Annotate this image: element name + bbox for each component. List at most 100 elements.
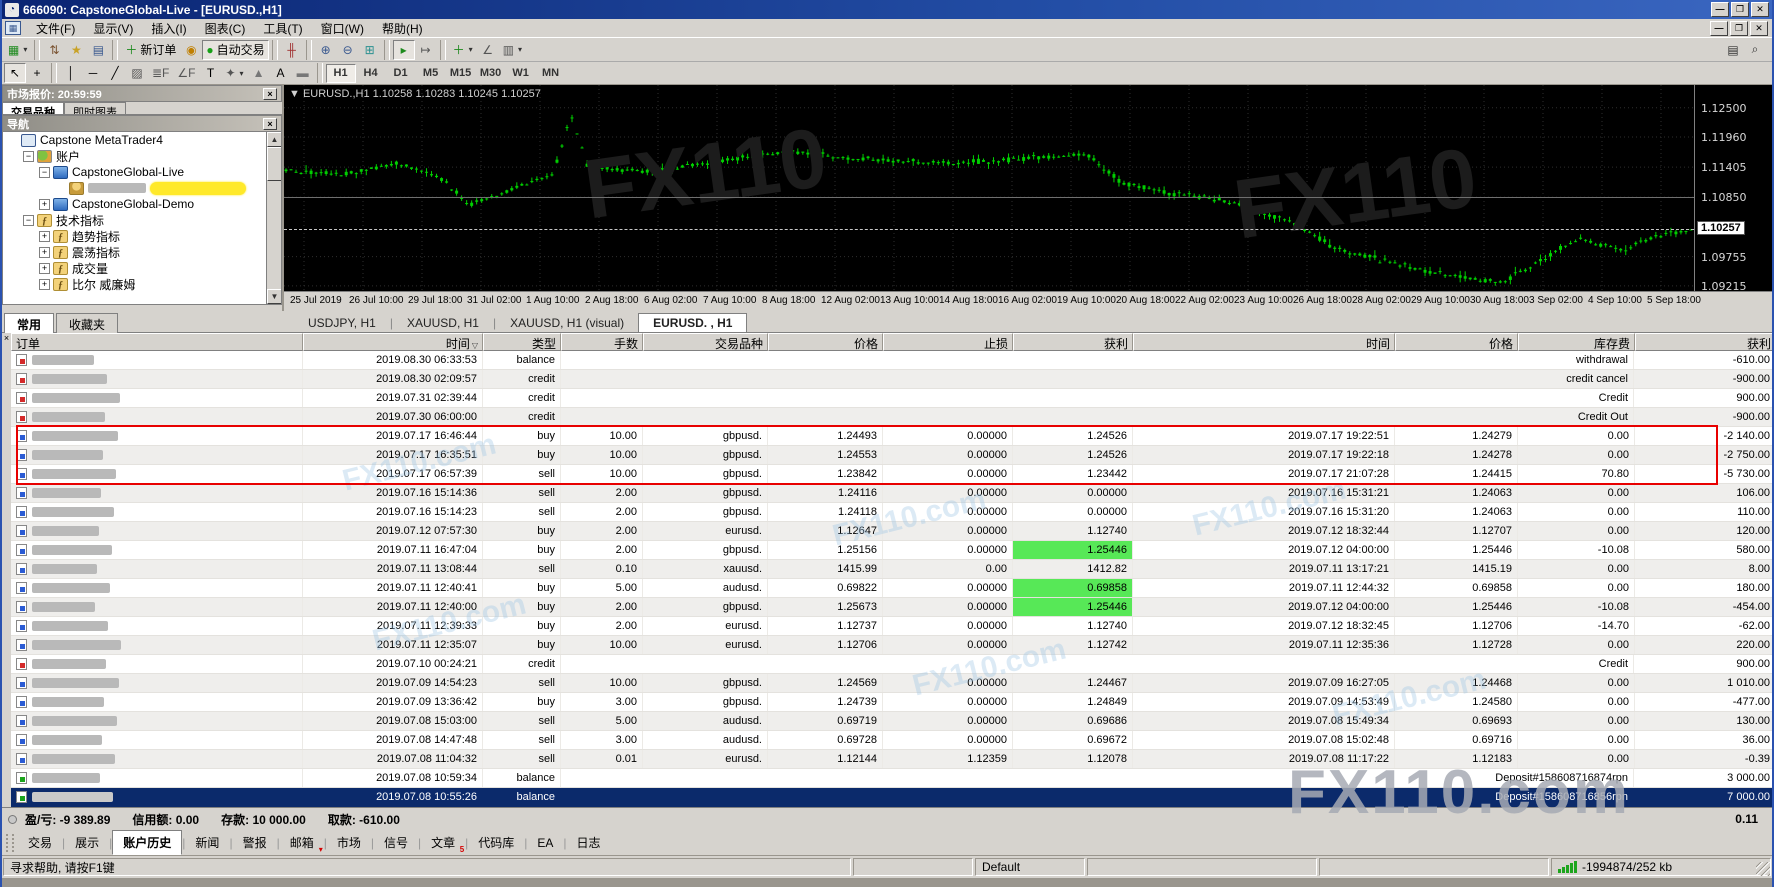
column-header-10[interactable]: 库存费: [1518, 333, 1635, 351]
menu-item[interactable]: 显示(V): [84, 18, 142, 39]
add-indicator-button[interactable]: ＋ ▾: [449, 40, 477, 60]
favorites-button[interactable]: ★: [65, 40, 87, 60]
zoom-out-button[interactable]: ⊖: [337, 40, 359, 60]
rectangle-button[interactable]: ▬: [292, 63, 314, 83]
expand-toggle-icon[interactable]: +: [39, 246, 50, 258]
table-row[interactable]: 2019.07.11 12:39:33 buy 2.00 eurusd. 1.12737…: [11, 617, 1772, 636]
auto-scroll-button[interactable]: ▸: [392, 39, 415, 60]
column-header-3[interactable]: 手数: [561, 333, 643, 351]
zoom-in-button[interactable]: ⊕: [315, 40, 337, 60]
terminal-tab-EA[interactable]: EA: [527, 833, 563, 853]
column-header-0[interactable]: 订单: [11, 333, 303, 351]
minimize-button[interactable]: —: [1711, 2, 1729, 17]
timeframe-mn[interactable]: MN: [536, 64, 566, 83]
child-minimize-button[interactable]: —: [1710, 20, 1728, 36]
terminal-tab-新闻[interactable]: 新闻: [185, 831, 229, 854]
column-header-8[interactable]: 时间: [1133, 333, 1395, 351]
menu-item[interactable]: 文件(F): [27, 18, 84, 39]
maximize-button[interactable]: ❐: [1731, 2, 1749, 17]
table-row[interactable]: 2019.07.08 14:47:48 sell 3.00 audusd. 0.6972…: [11, 731, 1772, 750]
market-watch-button[interactable]: ▤: [87, 40, 109, 60]
arrows-button[interactable]: ✦ ▾: [221, 63, 247, 83]
terminal-tab-日志[interactable]: 日志: [567, 831, 611, 854]
table-row[interactable]: 2019.07.17 06:57:39 sell 10.00 gbpusd. 1.238…: [11, 465, 1772, 484]
label-button[interactable]: A: [270, 63, 292, 83]
search-button[interactable]: ⌕: [1744, 40, 1766, 60]
print-button[interactable]: ▤: [1722, 40, 1744, 60]
navigator-scrollbar[interactable]: ▲ ▼: [266, 132, 281, 304]
navigator-tab-active[interactable]: 常用: [4, 313, 55, 335]
timeframe-m5[interactable]: M5: [416, 64, 446, 83]
fibonacci-button[interactable]: ≣F: [148, 63, 173, 83]
text-button[interactable]: T: [199, 63, 221, 83]
table-row[interactable]: 2019.07.17 16:46:44 buy 10.00 gbpusd. 1.2449…: [11, 427, 1772, 446]
timeframe-h1[interactable]: H1: [325, 63, 356, 83]
table-row[interactable]: 2019.08.30 02:09:57 credit credit cancel -9…: [11, 370, 1772, 389]
column-header-11[interactable]: 获利: [1635, 333, 1772, 351]
table-row[interactable]: 2019.07.12 07:57:30 buy 2.00 eurusd. 1.12647…: [11, 522, 1772, 541]
table-row[interactable]: 2019.07.11 12:40:00 buy 2.00 gbpusd. 1.25673…: [11, 598, 1772, 617]
column-header-1[interactable]: 时间 ▽: [303, 333, 483, 351]
table-row[interactable]: 2019.07.08 10:55:26 balance Deposit#158608…: [11, 788, 1772, 807]
status-profile[interactable]: Default: [975, 858, 1085, 876]
tree-item-func[interactable]: + ƒ 比尔 威廉姆: [3, 276, 281, 292]
table-row[interactable]: 2019.07.11 13:08:44 sell 0.10 xauusd. 1415.9…: [11, 560, 1772, 579]
close-button[interactable]: ✕: [1751, 2, 1769, 17]
chart-shift-button[interactable]: ↦: [415, 40, 437, 60]
tree-item-func[interactable]: − ƒ 技术指标: [3, 212, 281, 228]
expand-toggle-icon[interactable]: +: [39, 262, 50, 274]
tree-item-func[interactable]: + ƒ 成交量: [3, 260, 281, 276]
resize-grip[interactable]: [1756, 862, 1770, 876]
table-row[interactable]: 2019.07.30 06:00:00 credit Credit Out -900.…: [11, 408, 1772, 427]
table-row[interactable]: 2019.07.08 11:04:32 sell 0.01 eurusd. 1.1214…: [11, 750, 1772, 769]
table-row[interactable]: 2019.07.09 13:36:42 buy 3.00 gbpusd. 1.24739…: [11, 693, 1772, 712]
indicator-levels-button[interactable]: ╫: [281, 40, 303, 60]
drag-grip[interactable]: [6, 833, 14, 852]
tree-item[interactable]: [3, 180, 281, 196]
objects-button[interactable]: ∠: [477, 40, 499, 60]
timeframe-m15[interactable]: M15: [446, 64, 476, 83]
market-watch-tab[interactable]: 即时图表: [64, 102, 126, 114]
table-row[interactable]: 2019.07.08 15:03:00 sell 5.00 audusd. 0.6971…: [11, 712, 1772, 731]
equidistant-channel-button[interactable]: ▨: [126, 63, 148, 83]
terminal-tab-警报[interactable]: 警报: [233, 831, 277, 854]
table-row[interactable]: 2019.07.31 02:39:44 credit Credit 900.00: [11, 389, 1772, 408]
chart-canvas[interactable]: [284, 85, 1694, 291]
timeframe-m30[interactable]: M30: [476, 64, 506, 83]
terminal-tab-交易[interactable]: 交易: [18, 831, 62, 854]
new-chart-button[interactable]: ▦ ▾: [4, 40, 31, 60]
column-header-6[interactable]: 止损: [883, 333, 1013, 351]
tree-item-func[interactable]: + ƒ 震荡指标: [3, 244, 281, 260]
chart-tab[interactable]: XAUUSD, H1 (visual): [496, 314, 639, 332]
tree-item-server[interactable]: − CapstoneGlobal-Live: [3, 164, 281, 180]
terminal-tab-市场[interactable]: 市场: [327, 831, 371, 854]
table-row[interactable]: 2019.08.30 06:33:53 balance withdrawal -610…: [11, 351, 1772, 370]
vertical-line-button[interactable]: │: [60, 63, 82, 83]
menu-item[interactable]: 插入(I): [142, 18, 195, 39]
tile-windows-button[interactable]: ⊞: [359, 40, 381, 60]
column-header-5[interactable]: 价格: [768, 333, 883, 351]
menu-item[interactable]: 窗口(W): [312, 18, 373, 39]
table-row[interactable]: 2019.07.09 14:54:23 sell 10.00 gbpusd. 1.245…: [11, 674, 1772, 693]
scroll-up-icon[interactable]: ▲: [267, 132, 281, 147]
tree-item-terminal[interactable]: Capstone MetaTrader4: [3, 132, 281, 148]
terminal-tab-信号[interactable]: 信号: [374, 831, 418, 854]
column-header-9[interactable]: 价格: [1395, 333, 1518, 351]
fibo-fan-button[interactable]: ∠F: [173, 63, 199, 83]
timeframe-d1[interactable]: D1: [386, 64, 416, 83]
expand-toggle-icon[interactable]: −: [23, 214, 34, 226]
tree-item-accounts[interactable]: − 账户: [3, 148, 281, 164]
terminal-tab-展示[interactable]: 展示: [65, 831, 109, 854]
cursor-button[interactable]: ↖: [4, 63, 26, 83]
triangle-button[interactable]: ▲: [248, 63, 270, 83]
table-row[interactable]: 2019.07.17 16:35:51 buy 10.00 gbpusd. 1.2455…: [11, 446, 1772, 465]
profiles-button[interactable]: ⇅: [43, 40, 65, 60]
table-row[interactable]: 2019.07.11 12:40:41 buy 5.00 audusd. 0.69822…: [11, 579, 1772, 598]
table-row[interactable]: 2019.07.16 15:14:23 sell 2.00 gbpusd. 1.2411…: [11, 503, 1772, 522]
column-header-2[interactable]: 类型: [483, 333, 561, 351]
table-row[interactable]: 2019.07.11 16:47:04 buy 2.00 gbpusd. 1.25156…: [11, 541, 1772, 560]
chart-tab[interactable]: XAUUSD, H1: [392, 314, 493, 332]
menu-item[interactable]: 图表(C): [196, 18, 255, 39]
templates-button[interactable]: ▥ ▾: [499, 40, 526, 60]
expand-toggle-icon[interactable]: +: [39, 230, 50, 242]
